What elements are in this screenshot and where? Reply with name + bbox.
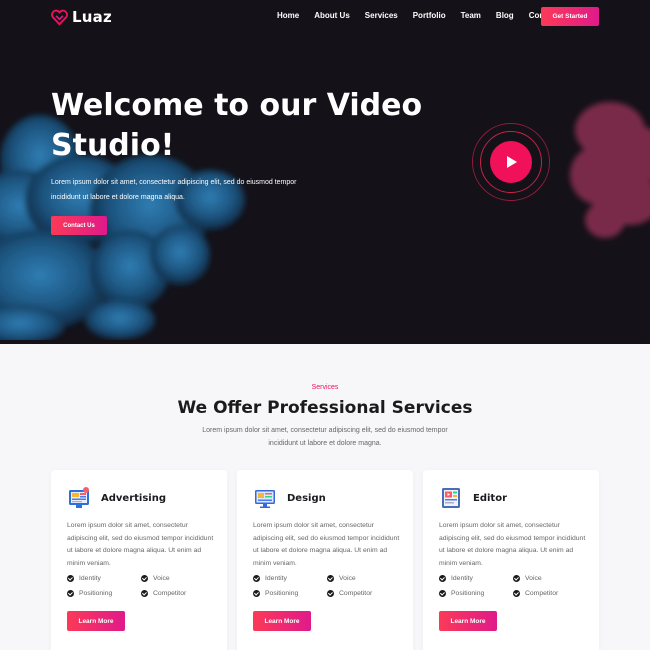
check-icon — [327, 575, 334, 582]
get-started-button[interactable]: Get Started — [541, 7, 599, 26]
nav-about-us[interactable]: About Us — [314, 11, 350, 20]
section-title: We Offer Professional Services — [177, 398, 473, 418]
service-card-editor: Editor Lorem ipsum dolor sit amet, conse… — [423, 470, 599, 650]
play-icon — [507, 156, 517, 168]
feature-item: Voice — [513, 575, 542, 582]
check-icon — [253, 575, 260, 582]
brand-name: Luaz — [72, 8, 112, 26]
feature-item: Competitor — [513, 590, 558, 597]
advertising-icon — [69, 487, 89, 508]
feature-label: Competitor — [525, 590, 559, 597]
nav-portfolio[interactable]: Portfolio — [413, 11, 446, 20]
logo-heart-icon — [51, 9, 68, 26]
feature-item: Competitor — [327, 590, 372, 597]
section-tag: Services — [311, 384, 339, 391]
hero-description: Lorem ipsum dolor sit amet, consectetur … — [51, 179, 297, 201]
nav-home[interactable]: Home — [277, 11, 299, 20]
main-menu: Home About Us Services Portfolio Team Bl… — [277, 11, 586, 20]
red-smoke-graphic — [570, 102, 650, 238]
play-video-button[interactable] — [490, 141, 532, 183]
feature-item: Positioning — [67, 590, 112, 597]
nav-services[interactable]: Services — [365, 11, 398, 20]
card-description: Lorem ipsum dolor sit amet, consectetur … — [67, 522, 214, 567]
feature-label: Voice — [339, 575, 356, 582]
page: Luaz Home About Us Services Portfolio Te… — [0, 0, 650, 650]
feature-label: Identity — [79, 575, 101, 582]
section-description: Lorem ipsum dolor sit amet, consectetur … — [202, 427, 448, 447]
feature-item: Identity — [253, 575, 287, 582]
hero-title: Welcome to our Video Studio! — [51, 88, 423, 163]
card-title: Design — [287, 493, 326, 504]
editor-icon — [442, 488, 460, 508]
card-title: Editor — [473, 493, 507, 504]
nav-blog[interactable]: Blog — [496, 11, 514, 20]
feature-item: Identity — [439, 575, 473, 582]
feature-label: Voice — [153, 575, 170, 582]
learn-more-button[interactable]: Learn More — [253, 611, 311, 631]
card-description: Lorem ipsum dolor sit amet, consectetur … — [439, 522, 586, 567]
check-icon — [513, 575, 520, 582]
check-icon — [253, 590, 260, 597]
check-icon — [67, 590, 74, 597]
feature-label: Voice — [525, 575, 542, 582]
card-description: Lorem ipsum dolor sit amet, consectetur … — [253, 522, 400, 567]
check-icon — [141, 590, 148, 597]
feature-item: Positioning — [439, 590, 484, 597]
feature-label: Positioning — [265, 590, 299, 597]
video-play-widget — [472, 123, 550, 201]
hero-section: Luaz Home About Us Services Portfolio Te… — [0, 0, 650, 344]
design-icon — [255, 490, 275, 508]
learn-more-button[interactable]: Learn More — [439, 611, 497, 631]
feature-item: Positioning — [253, 590, 298, 597]
nav-team[interactable]: Team — [461, 11, 481, 20]
feature-label: Competitor — [339, 590, 373, 597]
check-icon — [67, 575, 74, 582]
feature-label: Identity — [451, 575, 473, 582]
check-icon — [513, 590, 520, 597]
services-section: Services We Offer Professional Services … — [0, 344, 650, 650]
feature-label: Identity — [265, 575, 287, 582]
feature-item: Competitor — [141, 590, 186, 597]
logo[interactable]: Luaz — [51, 8, 112, 26]
service-card-advertising: Advertising Lorem ipsum dolor sit amet, … — [51, 470, 227, 650]
learn-more-button[interactable]: Learn More — [67, 611, 125, 631]
feature-label: Positioning — [79, 590, 113, 597]
feature-item: Voice — [327, 575, 356, 582]
contact-us-button[interactable]: Contact Us — [51, 216, 107, 235]
service-card-design: Design Lorem ipsum dolor sit amet, conse… — [237, 470, 413, 650]
check-icon — [439, 590, 446, 597]
check-icon — [141, 575, 148, 582]
check-icon — [439, 575, 446, 582]
feature-label: Competitor — [153, 590, 187, 597]
check-icon — [327, 590, 334, 597]
feature-label: Positioning — [451, 590, 485, 597]
feature-item: Identity — [67, 575, 101, 582]
feature-item: Voice — [141, 575, 170, 582]
card-title: Advertising — [101, 493, 166, 504]
top-navbar: Luaz Home About Us Services Portfolio Te… — [0, 0, 650, 34]
